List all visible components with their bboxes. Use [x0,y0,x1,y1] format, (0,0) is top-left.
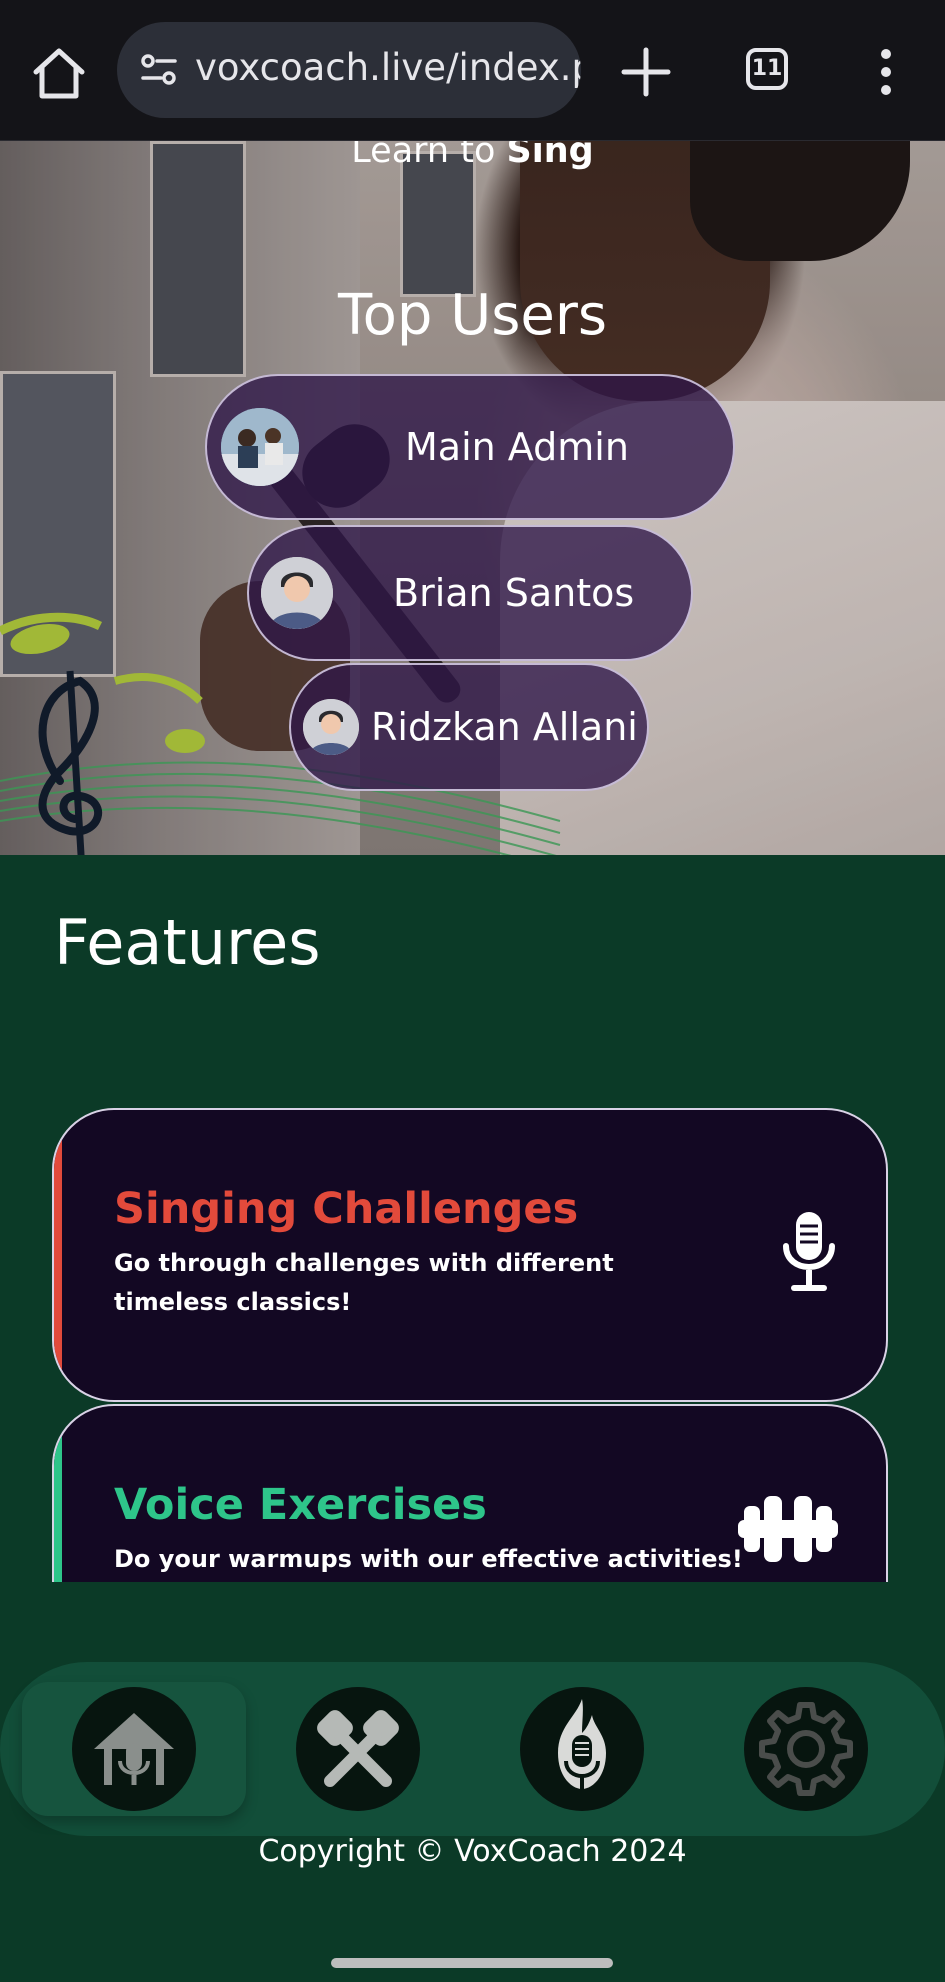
url-text[interactable]: voxcoach.live/index.p [195,46,581,89]
top-user-item[interactable]: Brian Santos [247,525,693,661]
bottom-navigation [0,1662,945,1836]
gesture-home-indicator[interactable] [331,1958,613,1968]
nav-hot-button[interactable] [520,1687,644,1811]
feature-description: Do your warmups with our effective activ… [114,1545,743,1573]
dumbbell-icon [738,1496,838,1562]
nav-challenges-button[interactable] [296,1687,420,1811]
hero-tagline-emphasis: Sing [506,141,594,171]
user-avatar [221,408,299,486]
feature-card-singing-challenges[interactable]: Singing Challenges Go through challenges… [52,1108,888,1402]
hero-tagline: Learn to Sing [0,141,945,171]
tabs-icon[interactable]: 11 [746,48,788,90]
crossed-mics-icon [317,1710,399,1787]
features-list: Singing Challenges Go through challenges… [0,1100,945,1582]
nav-home-button[interactable] [72,1687,196,1811]
footer-copyright: Copyright © VoxCoach 2024 [258,1834,687,1869]
feature-card-voice-exercises[interactable]: Voice Exercises Do your warmups with our… [52,1404,888,1582]
browser-toolbar: voxcoach.live/index.p 11 [0,0,945,142]
user-name: Ridzkan Allani [371,705,638,749]
microphone-icon [783,1212,835,1291]
new-tab-icon[interactable] [618,44,674,100]
flame-mic-icon [558,1699,606,1789]
home-mic-icon [94,1713,174,1785]
home-icon[interactable] [30,44,88,102]
top-user-item[interactable]: Ridzkan Allani [289,663,649,791]
user-name: Brian Santos [393,571,635,615]
card-accent-bar [54,1406,62,1582]
user-avatar [261,557,333,629]
address-bar[interactable]: voxcoach.live/index.p [117,22,581,118]
menu-icon[interactable] [874,48,898,96]
person-icon [303,699,359,755]
feature-title: Singing Challenges [114,1184,579,1234]
hero-section: Learn to Sing Top Users Main Admin Brian [0,141,945,855]
site-settings-icon[interactable] [139,50,179,90]
feature-title: Voice Exercises [114,1480,487,1530]
group-photo-icon [221,408,299,486]
top-users-title: Top Users [337,283,608,348]
nav-settings-button[interactable] [744,1687,868,1811]
gear-icon [759,1702,853,1796]
top-user-item[interactable]: Main Admin [205,374,735,520]
user-avatar [303,699,359,755]
features-title: Features [54,906,321,979]
feature-description: Go through challenges with different tim… [114,1249,614,1316]
user-name: Main Admin [405,425,629,469]
hero-tagline-prefix: Learn to [351,141,507,171]
card-accent-bar [54,1110,62,1400]
person-icon [261,557,333,629]
